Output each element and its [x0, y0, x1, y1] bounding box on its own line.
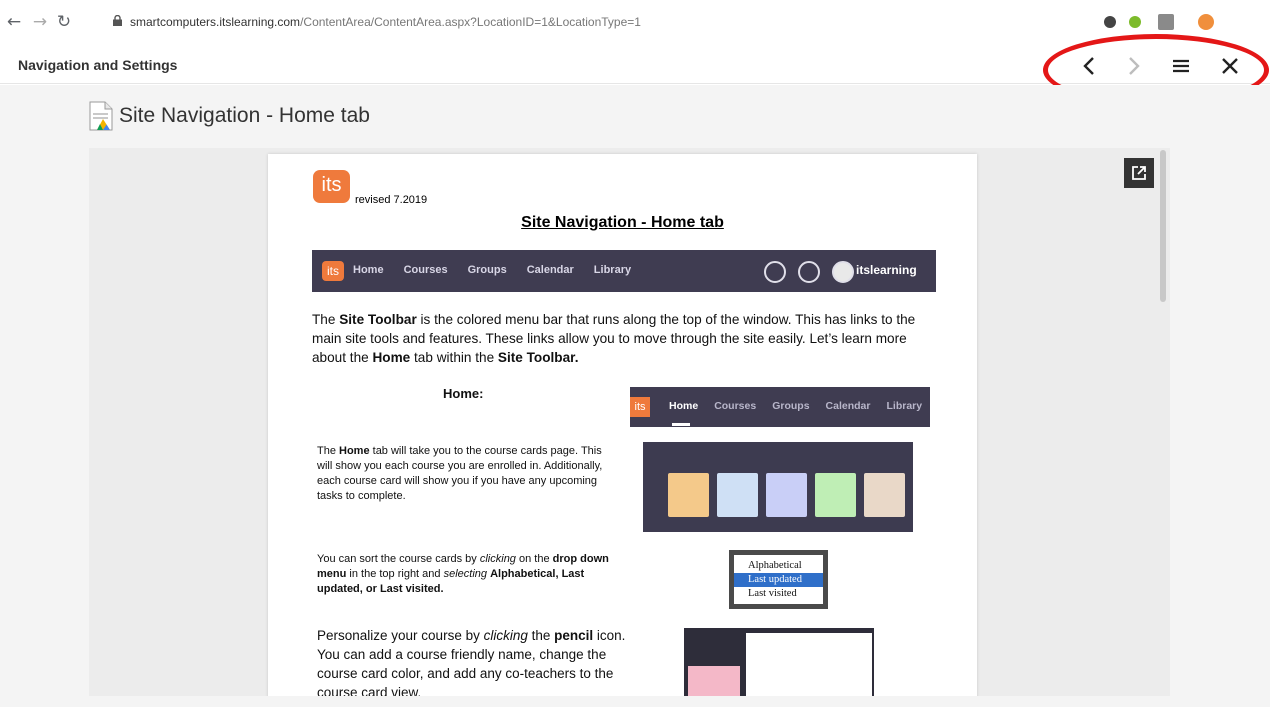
course-cards-image — [643, 442, 913, 532]
toolbar-link: Home — [353, 264, 384, 276]
url-path: /ContentArea/ContentArea.aspx?LocationID… — [300, 15, 641, 29]
extension-icon[interactable] — [1129, 16, 1141, 28]
course-card — [717, 473, 758, 517]
back-arrow-icon[interactable]: ← — [4, 12, 24, 32]
settings-panel — [746, 633, 872, 696]
page-title: Navigation and Settings — [18, 57, 178, 73]
avatar[interactable] — [1198, 14, 1214, 30]
toolbar-link: Library — [886, 400, 923, 412]
document-page: its revised 7.2019 Site Navigation - Hom… — [268, 154, 977, 696]
home-paragraph: The Home tab will take you to the course… — [317, 445, 603, 502]
course-card — [668, 473, 709, 517]
site-toolbar-image: its Home Courses Groups Calendar Library… — [312, 250, 936, 292]
document-icon — [89, 101, 113, 131]
course-card — [766, 473, 807, 517]
extension-icon[interactable] — [1104, 16, 1116, 28]
course-card — [864, 473, 905, 517]
toolbar-link: Calendar — [526, 264, 574, 276]
open-external-icon[interactable] — [1124, 158, 1154, 188]
forward-arrow-icon[interactable]: → — [30, 12, 50, 32]
toolbar-logo: its — [630, 397, 650, 417]
toolbar-link: Library — [593, 264, 632, 276]
home-toolbar-image: its Home Courses Groups Calendar Library — [630, 387, 930, 427]
course-card — [688, 666, 740, 696]
address-field[interactable]: smartcomputers.itslearning.com/ContentAr… — [130, 15, 641, 29]
dropdown-option: Alphabetical — [748, 560, 802, 571]
course-settings-image — [684, 628, 874, 696]
toolbar-logo: its — [322, 261, 344, 281]
page-heading: Site Navigation - Home tab — [119, 104, 370, 127]
message-icon — [798, 261, 820, 283]
toolbar-links: Home Courses Groups Calendar Library — [353, 264, 631, 276]
toolbar-user: itslearning — [856, 263, 917, 277]
home-label: Home: — [443, 386, 484, 401]
toolbar-link: Calendar — [825, 400, 871, 412]
extension-icon[interactable] — [1158, 14, 1174, 30]
toolbar-link: Groups — [467, 264, 507, 276]
sort-dropdown-image: Alphabetical Last updated Last visited — [729, 550, 828, 609]
scroll-thumb[interactable] — [1160, 150, 1166, 302]
toolbar-link: Courses — [714, 400, 757, 412]
content-area: Site Navigation - Home tab its revised 7… — [0, 85, 1270, 707]
document-title: Site Navigation - Home tab — [521, 214, 724, 231]
its-logo: its — [313, 170, 350, 203]
reload-icon[interactable]: ↻ — [54, 12, 74, 32]
active-underline — [672, 423, 690, 426]
lock-icon — [113, 15, 122, 26]
toolbar-link: Groups — [772, 400, 810, 412]
dropdown-option: Last visited — [748, 588, 797, 599]
dropdown-option: Last updated — [734, 573, 823, 587]
avatar — [832, 261, 854, 283]
pencil-paragraph: Personalize your course by clicking the … — [317, 628, 626, 696]
intro-paragraph: The Site Toolbar is the colored menu bar… — [312, 312, 916, 365]
bell-icon — [764, 261, 786, 283]
course-card — [815, 473, 856, 517]
browser-url-bar: ← → ↻ smartcomputers.itslearning.com/Con… — [0, 0, 1270, 46]
toolbar-links: Home Courses Groups Calendar Library — [669, 400, 922, 412]
revised-date: revised 7.2019 — [355, 194, 428, 206]
breadcrumb: Site Navigation - Home tab — [88, 101, 370, 131]
toolbar-link: Home — [669, 400, 699, 412]
document-viewer[interactable]: its revised 7.2019 Site Navigation - Hom… — [89, 148, 1170, 696]
url-host: smartcomputers.itslearning.com — [130, 15, 301, 29]
toolbar-link: Courses — [403, 264, 448, 276]
scrollbar[interactable] — [1159, 150, 1167, 694]
sort-paragraph: You can sort the course cards by clickin… — [317, 553, 609, 595]
